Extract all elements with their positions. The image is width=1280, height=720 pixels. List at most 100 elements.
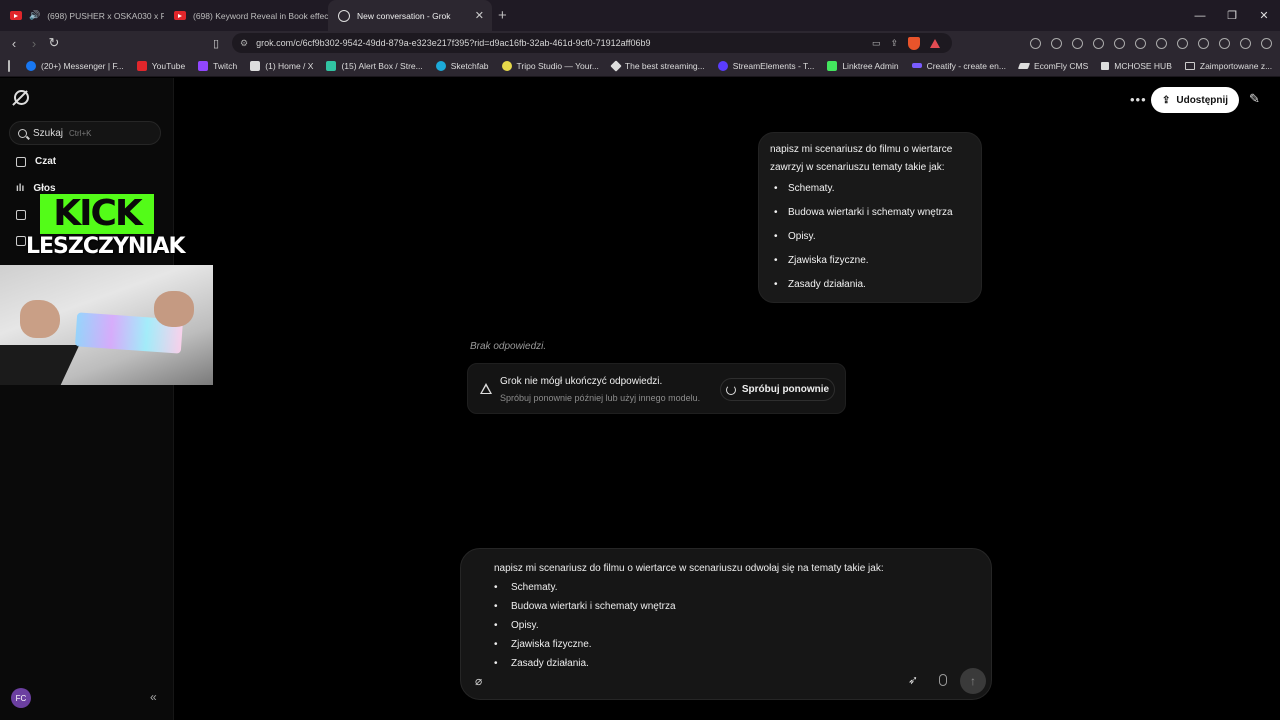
bookmark-favicon-icon [610, 59, 622, 72]
window-controls: — ❐ ✕ [1184, 0, 1280, 31]
bookmark-label: EcomFly CMS [1033, 60, 1089, 71]
bookmark-label: Sketchfab [450, 60, 489, 71]
message-composer[interactable]: napisz mi scenariusz do filmu o wiertarc… [460, 548, 992, 700]
back-icon[interactable]: ‹ [4, 36, 24, 51]
browser-tab-bar: 🔊 (698) PUSHER x OSKA030 x POLS (698) Ke… [0, 0, 1280, 31]
speaker-icon[interactable]: 🔊 [29, 10, 40, 21]
extension-icon[interactable] [1093, 37, 1104, 49]
bookmark-item[interactable]: Sketchfab [435, 60, 489, 71]
bookmark-item[interactable]: YouTube [136, 60, 185, 71]
composer-bullets: Schematy. Budowa wiertarki i schematy wn… [494, 578, 894, 673]
extensions-area [1030, 37, 1272, 49]
site-settings-icon[interactable]: ⚙ [240, 38, 248, 49]
brave-shield-icon[interactable] [908, 36, 920, 50]
address-bar[interactable]: ⚙ grok.com/c/6cf9b302-9542-49dd-879a-e32… [232, 33, 952, 53]
sidebar-item-chat[interactable]: Czat [16, 156, 56, 167]
search-icon [18, 128, 27, 138]
grok-favicon-icon [338, 9, 350, 22]
composer-input[interactable]: napisz mi scenariusz do filmu o wiertarc… [494, 559, 894, 673]
sidebar: Szukaj Ctrl+K Czat ılı Głos FC « [0, 78, 174, 720]
share-page-icon[interactable]: ⇪ [890, 38, 898, 49]
bookmark-item[interactable]: EcomFly CMS [1017, 60, 1089, 71]
bookmark-label: Creatify - create en... [926, 60, 1006, 71]
cast-icon[interactable]: ▭ [872, 38, 881, 49]
bookmark-item[interactable]: Creatify - create en... [911, 60, 1006, 71]
no-response-text: Brak odpowiedzi. [470, 341, 547, 352]
sidebar-item[interactable] [16, 210, 26, 220]
browser-tab[interactable]: (698) Keyword Reveal in Book effect [164, 0, 328, 31]
extension-icon[interactable] [1051, 37, 1062, 49]
close-window-button[interactable]: ✕ [1248, 9, 1280, 22]
extension-icon[interactable] [1030, 37, 1041, 49]
menu-icon[interactable] [1261, 37, 1272, 49]
bookmark-favicon-icon [717, 60, 728, 71]
maximize-button[interactable]: ❐ [1216, 9, 1248, 22]
send-button[interactable]: ↑ [960, 668, 986, 694]
voice-icon: ılı [16, 183, 25, 194]
extension-icon[interactable] [1135, 37, 1146, 49]
refresh-icon [725, 384, 736, 395]
bookmark-label: Zaimportowane z... [1199, 60, 1273, 71]
list-item: Budowa wiertarki i schematy wnętrza [770, 204, 970, 222]
music-icon[interactable] [1156, 37, 1167, 49]
search-button[interactable]: Szukaj Ctrl+K [9, 121, 161, 145]
bookmark-item[interactable]: Linktree Admin [827, 60, 899, 71]
chat-icon [16, 156, 26, 167]
bookmark-favicon-icon [326, 60, 337, 71]
microphone-icon[interactable] [939, 674, 947, 686]
tab-title: (698) Keyword Reveal in Book effect [193, 10, 328, 21]
bookmark-favicon-icon [911, 63, 922, 68]
bookmark-item[interactable]: The best streaming... [610, 59, 705, 72]
list-item: Zasady działania. [770, 276, 970, 294]
wallet-icon[interactable] [1198, 37, 1209, 49]
sidebar-icon[interactable] [1177, 37, 1188, 49]
bookmark-favicon-icon [136, 60, 147, 71]
grok-logo-icon[interactable] [14, 90, 29, 105]
deep-search-icon[interactable]: ➶ [908, 673, 918, 687]
minimize-button[interactable]: — [1184, 10, 1216, 22]
forward-icon[interactable]: › [24, 36, 44, 51]
streamer-name: LESZCZYNIAK [26, 234, 186, 259]
bookmark-folder[interactable]: Zaimportowane z... [1184, 60, 1273, 71]
more-options-icon[interactable]: ••• [1130, 92, 1147, 107]
leo-icon[interactable] [1219, 37, 1230, 49]
sidebar-item-voice[interactable]: ılı Głos [16, 183, 56, 194]
bookmark-favicon-icon [827, 60, 838, 71]
bookmark-item[interactable]: Twitch [198, 60, 238, 71]
browser-tab-active[interactable]: New conversation - Grok ✕ [328, 0, 492, 31]
apps-grid-icon[interactable] [8, 59, 10, 72]
retry-button[interactable]: Spróbuj ponownie [720, 378, 835, 401]
new-chat-icon[interactable]: ✎ [1249, 91, 1260, 107]
bookmark-item[interactable]: Tripo Studio — Your... [501, 60, 599, 71]
reload-icon[interactable]: ↻ [44, 35, 64, 51]
bookmark-item[interactable]: StreamElements - T... [717, 60, 815, 71]
vpn-icon[interactable] [1240, 37, 1251, 49]
bookmark-label: Twitch [213, 60, 238, 71]
collapse-sidebar-icon[interactable]: « [150, 690, 157, 704]
bookmark-favicon-icon [1101, 61, 1110, 70]
brave-rewards-icon[interactable] [930, 38, 940, 48]
share-button[interactable]: ⇪ Udostępnij [1151, 87, 1239, 113]
bookmark-item[interactable]: MCHOSE HUB [1101, 61, 1172, 71]
bookmark-item[interactable]: (1) Home / X [250, 60, 313, 71]
bookmark-label: The best streaming... [624, 60, 705, 71]
sidebar-item[interactable] [16, 236, 26, 246]
new-tab-button[interactable]: + [498, 7, 507, 24]
folder-icon [16, 236, 26, 246]
list-item: Schematy. [770, 180, 970, 198]
close-tab-icon[interactable]: ✕ [475, 9, 484, 22]
bookmark-label: (15) Alert Box / Stre... [341, 60, 423, 71]
bookmark-item[interactable]: (15) Alert Box / Stre... [326, 60, 423, 71]
bookmark-favicon-icon [250, 60, 261, 71]
list-item: Zjawiska fizyczne. [494, 635, 894, 654]
extension-icon[interactable] [1072, 37, 1083, 49]
bookmark-label: StreamElements - T... [732, 60, 815, 71]
browser-tab[interactable]: 🔊 (698) PUSHER x OSKA030 x POLS [0, 0, 164, 31]
bookmark-item[interactable]: (20+) Messenger | F... [26, 60, 124, 71]
attach-icon[interactable]: ⌀ [475, 674, 482, 688]
avatar[interactable]: FC [11, 688, 31, 708]
puzzle-icon[interactable] [1114, 37, 1125, 49]
list-item: Budowa wiertarki i schematy wnętrza [494, 597, 894, 616]
bookmark-icon[interactable]: ▯ [206, 37, 226, 50]
error-subtitle: Spróbuj ponownie później lub użyj innego… [500, 393, 701, 403]
